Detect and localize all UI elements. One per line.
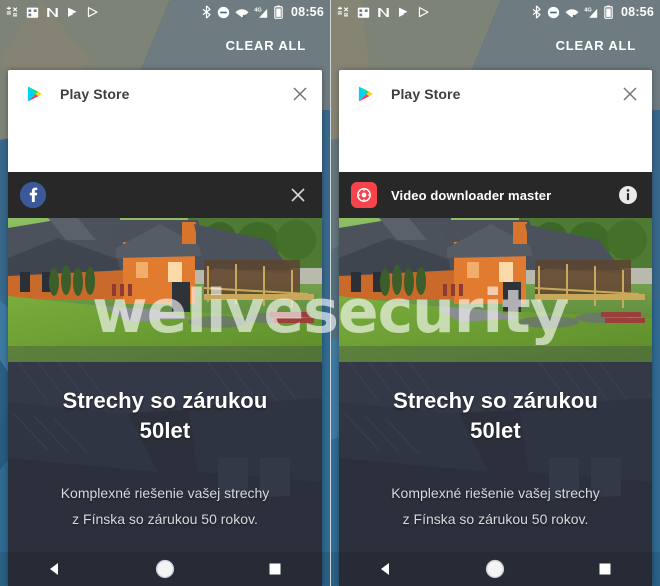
ad-overlay-left: Strechy so zárukou 50let Komplexné rieše… — [8, 172, 322, 586]
home-button[interactable] — [473, 557, 517, 581]
close-icon[interactable] — [290, 84, 310, 104]
nord-vpn-icon — [378, 7, 389, 17]
signal-4g-icon: 4G — [584, 7, 598, 18]
back-triangle-icon — [50, 563, 58, 575]
clear-all-button[interactable]: CLEAR ALL — [226, 38, 306, 53]
status-bar-clock: 08:56 — [291, 5, 324, 19]
phone-screen-left: 4G 08:56 CLEAR ALL Play Store Strechy so… — [0, 0, 330, 586]
ad-subtext-line1: Komplexné riešenie vašej strechy — [391, 485, 600, 501]
wifi-off-icon — [565, 8, 579, 18]
play-flag-icon — [399, 7, 408, 17]
calculator-icon — [6, 6, 18, 16]
nord-vpn-icon — [47, 7, 58, 17]
do-not-disturb-icon — [217, 6, 230, 18]
ad-headline: Strechy so zárukou 50let — [8, 362, 322, 446]
back-button[interactable] — [33, 557, 77, 581]
ad-subtext-line2: z Fínska so zárukou 50 rokov. — [72, 511, 258, 527]
status-bar-right: 4G 08:56 — [331, 0, 660, 24]
svg-text:4G: 4G — [584, 7, 592, 13]
calendar-icon — [26, 7, 39, 18]
recents-card-left[interactable]: Play Store Strechy so zárukou 50let Komp… — [8, 70, 322, 586]
card-app-title: Play Store — [391, 86, 461, 102]
ad-bar-right[interactable]: Video downloader master — [339, 172, 652, 218]
ad-headline-line2: 50let — [470, 418, 521, 443]
ad-overlay-right: Video downloader master Strechy so záruk… — [339, 172, 652, 586]
ad-headline: Strechy so zárukou 50let — [339, 362, 652, 446]
recents-button[interactable] — [583, 557, 627, 581]
phone-screen-right: 4G 08:56 CLEAR ALL Play Store Video down… — [330, 0, 660, 586]
ad-subtext-line1: Komplexné riešenie vašej strechy — [60, 485, 270, 501]
status-bar-right-icons: 4G 08:56 — [201, 5, 324, 19]
play-outline-icon — [87, 6, 98, 17]
ad-photo-right — [339, 218, 652, 362]
clear-all-row-right: CLEAR ALL — [331, 32, 660, 58]
clear-all-row-left: CLEAR ALL — [0, 32, 330, 58]
play-store-icon — [353, 82, 377, 106]
facebook-icon — [20, 182, 46, 208]
video-downloader-icon — [351, 182, 377, 208]
status-bar-clock: 08:56 — [621, 5, 654, 19]
calendar-icon — [357, 7, 370, 18]
svg-text:4G: 4G — [254, 7, 262, 13]
ad-subtext: Komplexné riešenie vašej strechy z Fínsk… — [8, 446, 322, 532]
ad-headline-line1: Strechy so zárukou — [393, 388, 598, 413]
bluetooth-icon — [202, 5, 211, 19]
home-button[interactable] — [143, 557, 187, 581]
play-flag-icon — [68, 7, 77, 17]
card-app-title: Play Store — [60, 86, 130, 102]
close-icon[interactable] — [288, 185, 308, 205]
ad-bar-label: Video downloader master — [391, 187, 552, 203]
back-triangle-icon — [380, 563, 389, 575]
recents-card-right[interactable]: Play Store Video downloader master Strec… — [339, 70, 652, 586]
play-store-icon — [22, 82, 46, 106]
bluetooth-icon — [532, 5, 541, 19]
recents-button[interactable] — [253, 557, 297, 581]
close-icon[interactable] — [620, 84, 640, 104]
card-header-left: Play Store — [8, 70, 322, 118]
ad-photo-left — [8, 218, 322, 362]
dual-screenshot-comparison: 4G 08:56 CLEAR ALL Play Store Strechy so… — [0, 0, 660, 586]
home-circle-icon — [486, 559, 505, 579]
ad-headline-line1: Strechy so zárukou — [62, 388, 268, 413]
do-not-disturb-icon — [547, 6, 560, 18]
battery-icon — [604, 5, 613, 19]
navigation-bar-left — [0, 552, 330, 586]
info-icon[interactable] — [618, 185, 638, 205]
wifi-off-icon — [235, 8, 249, 18]
status-bar-left-icons — [337, 6, 430, 19]
status-bar-left: 4G 08:56 — [0, 0, 330, 24]
recents-square-icon — [599, 563, 611, 575]
calculator-icon — [337, 6, 349, 16]
ad-bar-left[interactable] — [8, 172, 322, 218]
signal-4g-icon: 4G — [254, 7, 268, 18]
status-bar-left-icons — [6, 6, 99, 19]
ad-subtext-line2: z Fínska so zárukou 50 rokov. — [402, 511, 589, 527]
navigation-bar-right — [331, 552, 660, 586]
card-header-right: Play Store — [339, 70, 652, 118]
back-button[interactable] — [364, 557, 408, 581]
status-bar-right-icons: 4G 08:56 — [531, 5, 654, 19]
battery-icon — [274, 5, 283, 19]
recents-square-icon — [269, 563, 281, 575]
play-outline-icon — [418, 6, 429, 17]
ad-subtext: Komplexné riešenie vašej strechy z Fínsk… — [339, 446, 652, 532]
ad-headline-line2: 50let — [139, 418, 191, 443]
clear-all-button[interactable]: CLEAR ALL — [556, 38, 636, 53]
home-circle-icon — [155, 559, 175, 579]
